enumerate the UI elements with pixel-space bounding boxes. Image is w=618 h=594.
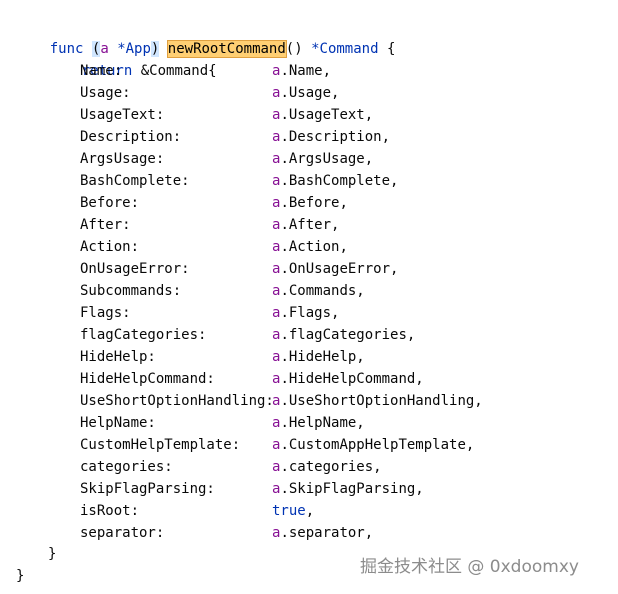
field-line: Description: a.Description, [0, 126, 618, 148]
field-value-rest: .HideHelp, [280, 349, 365, 365]
field-name: Description: [80, 129, 182, 145]
field-value: a.HideHelp, [272, 346, 365, 368]
bool-literal: true [272, 503, 306, 519]
field-value-rest: .UseShortOptionHandling, [280, 393, 483, 409]
field-value-rest: .OnUsageError, [280, 261, 399, 277]
field-name: Before: [80, 195, 140, 211]
field-value-rest: .separator, [280, 525, 374, 541]
field-name: HideHelpCommand: [80, 371, 215, 387]
watermark: 掘金技术社区 @ 0xdoomxy [360, 557, 579, 577]
field-name: separator: [80, 525, 165, 541]
field-value-rest: .Flags, [280, 305, 340, 321]
field-value-rest: .Before, [280, 195, 348, 211]
outer-closing-brace: } [16, 568, 25, 584]
field-value-rest: .HideHelpCommand, [280, 371, 424, 387]
field-value-rest: .Commands, [280, 283, 365, 299]
field-line: Subcommands: a.Commands, [0, 280, 618, 302]
field-line: categories: a.categories, [0, 456, 618, 478]
field-line: OnUsageError: a.OnUsageError, [0, 258, 618, 280]
field-value: a.Flags, [272, 302, 339, 324]
field-name: BashComplete: [80, 173, 190, 189]
inner-closing-brace: } [48, 546, 57, 562]
field-value-rest: .Name, [280, 63, 332, 79]
field-value-rest: .categories, [280, 459, 382, 475]
field-value: a.After, [272, 214, 339, 236]
field-value-rest: .flagCategories, [280, 327, 416, 343]
field-name: Name: [80, 63, 123, 79]
field-value: a.flagCategories, [272, 324, 415, 346]
field-line: Action: a.Action, [0, 236, 618, 258]
field-line: isRoot: true, [0, 500, 618, 522]
field-value-rest: .HelpName, [280, 415, 365, 431]
field-value-rest: .SkipFlagParsing, [280, 481, 424, 497]
field-name: ArgsUsage: [80, 151, 165, 167]
field-line: separator: a.separator, [0, 522, 618, 544]
field-name: SkipFlagParsing: [80, 481, 215, 497]
field-line: Flags: a.Flags, [0, 302, 618, 324]
field-line: HideHelpCommand: a.HideHelpCommand, [0, 368, 618, 390]
field-name: OnUsageError: [80, 261, 190, 277]
field-value: a.HideHelpCommand, [272, 368, 424, 390]
field-line: UseShortOptionHandling: a.UseShortOptionH… [0, 390, 618, 412]
field-name: UseShortOptionHandling: [80, 393, 274, 409]
field-line: SkipFlagParsing: a.SkipFlagParsing, [0, 478, 618, 500]
field-value-rest: .Action, [280, 239, 348, 255]
field-name: HideHelp: [80, 349, 156, 365]
field-value: a.HelpName, [272, 412, 365, 434]
field-line: BashComplete: a.BashComplete, [0, 170, 618, 192]
field-value: a.Action, [272, 236, 348, 258]
field-value-rest: .Usage, [280, 85, 340, 101]
field-line: HideHelp: a.HideHelp, [0, 346, 618, 368]
field-value-rest: .CustomAppHelpTemplate, [280, 437, 475, 453]
field-value: a.categories, [272, 456, 382, 478]
field-line: Name: a.Name, [0, 60, 618, 82]
field-name: After: [80, 217, 131, 233]
field-line: CustomHelpTemplate: a.CustomAppHelpTempla… [0, 434, 618, 456]
func-signature-line: func (a *App) newRootCommand() *Command … [16, 16, 395, 58]
field-value: a.UseShortOptionHandling, [272, 390, 483, 412]
field-name: categories: [80, 459, 173, 475]
signature-tail: () [285, 41, 312, 57]
field-value: a.OnUsageError, [272, 258, 398, 280]
open-brace: { [378, 41, 396, 57]
field-value: a.SkipFlagParsing, [272, 478, 424, 500]
field-line: flagCategories: a.flagCategories, [0, 324, 618, 346]
field-name: CustomHelpTemplate: [80, 437, 241, 453]
field-name: UsageText: [80, 107, 165, 123]
field-name: Subcommands: [80, 283, 182, 299]
field-line: After: a.After, [0, 214, 618, 236]
field-value: a.Usage, [272, 82, 339, 104]
field-line: HelpName: a.HelpName, [0, 412, 618, 434]
field-value-rest: .BashComplete, [280, 173, 399, 189]
return-type: *Command [311, 41, 379, 57]
field-value: a.Name, [272, 60, 331, 82]
field-value: a.ArgsUsage, [272, 148, 373, 170]
field-value-rest: .After, [280, 217, 340, 233]
field-name: isRoot: [80, 503, 140, 519]
field-value: a.Description, [272, 126, 390, 148]
field-value: a.separator, [272, 522, 373, 544]
field-value: a.UsageText, [272, 104, 373, 126]
return-line: return &Command{ [48, 38, 217, 79]
field-name: flagCategories: [80, 327, 207, 343]
field-name: Flags: [80, 305, 131, 321]
field-line: Before: a.Before, [0, 192, 618, 214]
field-value: true, [272, 500, 314, 522]
field-value: a.CustomAppHelpTemplate, [272, 434, 474, 456]
field-value-rest: .ArgsUsage, [280, 151, 374, 167]
field-value: a.BashComplete, [272, 170, 398, 192]
field-name: Action: [80, 239, 140, 255]
field-name: Usage: [80, 85, 131, 101]
field-value-rest: , [305, 503, 315, 519]
field-line: ArgsUsage: a.ArgsUsage, [0, 148, 618, 170]
field-value-rest: .Description, [280, 129, 391, 145]
code-editor[interactable]: func (a *App) newRootCommand() *Command … [0, 0, 618, 594]
field-value-rest: .UsageText, [280, 107, 374, 123]
field-value: a.Commands, [272, 280, 365, 302]
field-name: HelpName: [80, 415, 156, 431]
field-line: UsageText: a.UsageText, [0, 104, 618, 126]
field-line: Usage: a.Usage, [0, 82, 618, 104]
field-value: a.Before, [272, 192, 348, 214]
